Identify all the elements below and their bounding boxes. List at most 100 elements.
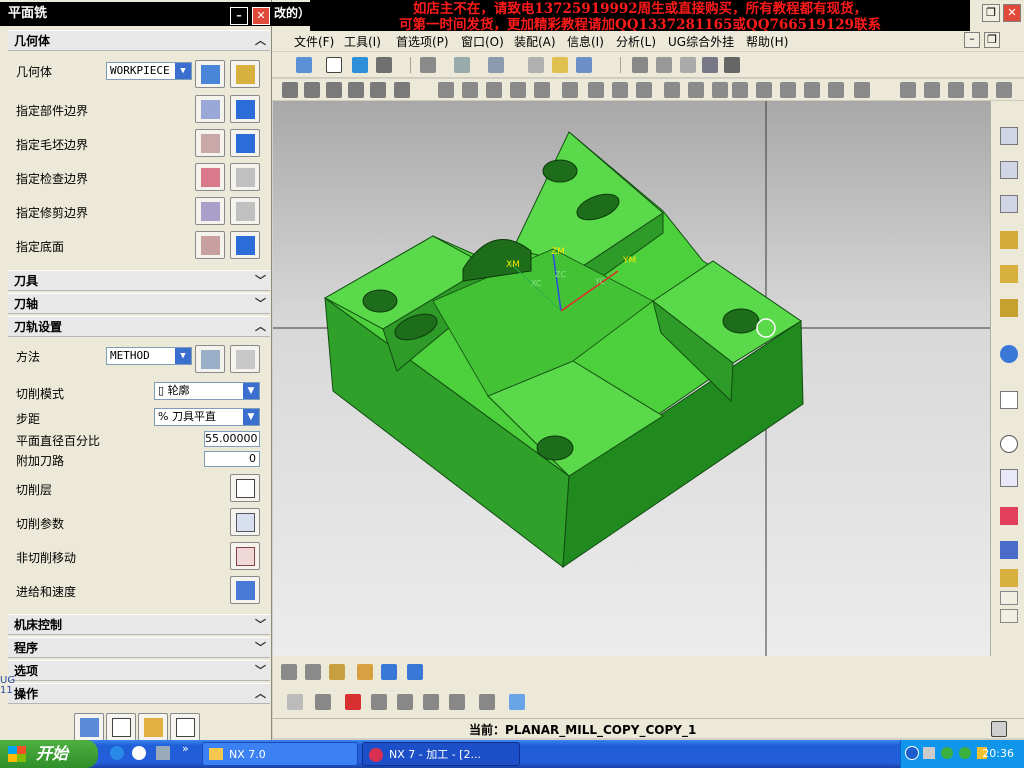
help-icon[interactable]	[352, 57, 368, 73]
menu-ug-plugin[interactable]: UG综合外挂	[668, 33, 734, 50]
stop-icon[interactable]	[724, 57, 740, 73]
history-icon[interactable]	[1000, 391, 1018, 409]
tool-icon-4[interactable]	[357, 664, 373, 680]
generate-button[interactable]	[74, 713, 104, 741]
task-nx-folder[interactable]: NX 7.0	[202, 742, 358, 766]
tool-icon-8[interactable]	[315, 694, 331, 710]
select-icon-1[interactable]	[282, 82, 298, 98]
view-icon-13[interactable]	[732, 82, 748, 98]
menu-help[interactable]: 帮助(H)	[746, 33, 788, 50]
view-icon-6[interactable]	[562, 82, 578, 98]
ie-icon[interactable]	[110, 746, 124, 760]
close-dialog-button[interactable]: ✕	[252, 7, 270, 25]
part-boundary-display-button[interactable]	[230, 95, 260, 123]
edit-geometry-button[interactable]	[230, 60, 260, 88]
blank-boundary-display-button[interactable]	[230, 129, 260, 157]
menu-analysis[interactable]: 分析(L)	[616, 33, 656, 50]
display-icon[interactable]	[576, 57, 592, 73]
menu-tools[interactable]: 工具(I)	[344, 33, 381, 50]
step-select[interactable]: % 刀具平直 ▼	[154, 408, 260, 426]
analysis-icon[interactable]	[1000, 507, 1018, 525]
scroll-down-icon[interactable]	[1000, 609, 1018, 623]
tool-icon-10[interactable]	[371, 694, 387, 710]
menu-preferences[interactable]: 首选项(P)	[396, 33, 449, 50]
system-icon[interactable]	[1000, 541, 1018, 559]
section-operations[interactable]: 操作 ︿	[8, 683, 270, 704]
section-tool-axis[interactable]: 刀轴 ﹀	[8, 293, 270, 314]
select-icon-6[interactable]	[394, 82, 410, 98]
task-nx-app[interactable]: NX 7 - 加工 - [2...	[362, 742, 520, 766]
extra-passes-input[interactable]: 0	[204, 451, 260, 467]
view-icon-17[interactable]	[828, 82, 844, 98]
color-icon[interactable]	[552, 57, 568, 73]
tool-icon-5[interactable]	[381, 664, 397, 680]
view-icon-4[interactable]	[510, 82, 526, 98]
select-icon-2[interactable]	[304, 82, 320, 98]
tool-icon-15[interactable]	[509, 694, 525, 710]
tool-icon-12[interactable]	[423, 694, 439, 710]
select-icon-4[interactable]	[348, 82, 364, 98]
tool-icon-1[interactable]	[281, 664, 297, 680]
web-icon[interactable]	[1000, 345, 1018, 363]
nav-tree-icon-1[interactable]	[1000, 127, 1018, 145]
snap-icon[interactable]	[420, 57, 436, 73]
tool-icon-3[interactable]	[329, 664, 345, 680]
template-icon[interactable]	[1000, 265, 1018, 283]
part-boundary-button[interactable]	[195, 95, 225, 123]
restore-window-button[interactable]: ❐	[982, 4, 1000, 22]
view-icon-8[interactable]	[612, 82, 628, 98]
view-icon-7[interactable]	[588, 82, 604, 98]
section-program[interactable]: 程序 ﹀	[8, 637, 270, 658]
select-icon-3[interactable]	[326, 82, 342, 98]
start-button[interactable]: 开始	[0, 740, 98, 768]
view-icon-12[interactable]	[712, 82, 728, 98]
tool-icon-6[interactable]	[407, 664, 423, 680]
nav-tree-icon-3[interactable]	[1000, 195, 1018, 213]
layer-icon[interactable]	[528, 57, 544, 73]
check-boundary-button[interactable]	[195, 163, 225, 191]
edit-method-button[interactable]	[230, 345, 260, 373]
blank-boundary-button[interactable]	[195, 129, 225, 157]
floor-button[interactable]	[195, 231, 225, 259]
restore-doc-button[interactable]: ❐	[984, 32, 1000, 48]
section-tool[interactable]: 刀具 ﹀	[8, 270, 270, 291]
view-icon-19[interactable]	[900, 82, 916, 98]
select-icon-5[interactable]	[370, 82, 386, 98]
check-boundary-display-button[interactable]	[230, 163, 260, 191]
pin-icon[interactable]	[656, 57, 672, 73]
tool-icon-2[interactable]	[305, 664, 321, 680]
section-machine-control[interactable]: 机床控制 ﹀	[8, 614, 270, 635]
cross-icon[interactable]	[632, 57, 648, 73]
view-icon-23[interactable]	[996, 82, 1012, 98]
replay-button[interactable]	[106, 713, 136, 741]
view-icon-16[interactable]	[804, 82, 820, 98]
palette-icon[interactable]	[1000, 299, 1018, 317]
menu-assembly[interactable]: 装配(A)	[514, 33, 556, 50]
view-icon-22[interactable]	[972, 82, 988, 98]
box-icon[interactable]	[702, 57, 718, 73]
view-icon-11[interactable]	[688, 82, 704, 98]
fit-icon[interactable]	[991, 721, 1007, 737]
extra-icon[interactable]	[1000, 569, 1018, 587]
tool-icon-9[interactable]	[345, 694, 361, 710]
view-icon-2[interactable]	[462, 82, 478, 98]
desktop-icon[interactable]	[156, 746, 170, 760]
view-icon-10[interactable]	[664, 82, 680, 98]
trim-boundary-button[interactable]	[195, 197, 225, 225]
tool-icon-14[interactable]	[479, 694, 495, 710]
roles-icon[interactable]	[1000, 469, 1018, 487]
minimize-doc-button[interactable]: –	[964, 32, 980, 48]
nav-tree-icon-2[interactable]	[1000, 161, 1018, 179]
geometry-select[interactable]: WORKPIECE ▼	[106, 62, 192, 80]
trim-boundary-display-button[interactable]	[230, 197, 260, 225]
verify-button[interactable]	[138, 713, 168, 741]
tray-security-icon[interactable]	[959, 747, 971, 759]
quick-launch-icon[interactable]	[132, 746, 146, 760]
graphics-viewport[interactable]: ZM YM XM ZC YC XC	[273, 101, 990, 656]
filter-icon[interactable]	[488, 57, 504, 73]
tray-arrow-icon[interactable]	[905, 746, 919, 760]
tool-icon-13[interactable]	[449, 694, 465, 710]
close-window-button[interactable]: ✕	[1003, 4, 1021, 22]
tool-icon-11[interactable]	[397, 694, 413, 710]
view-icon-14[interactable]	[756, 82, 772, 98]
